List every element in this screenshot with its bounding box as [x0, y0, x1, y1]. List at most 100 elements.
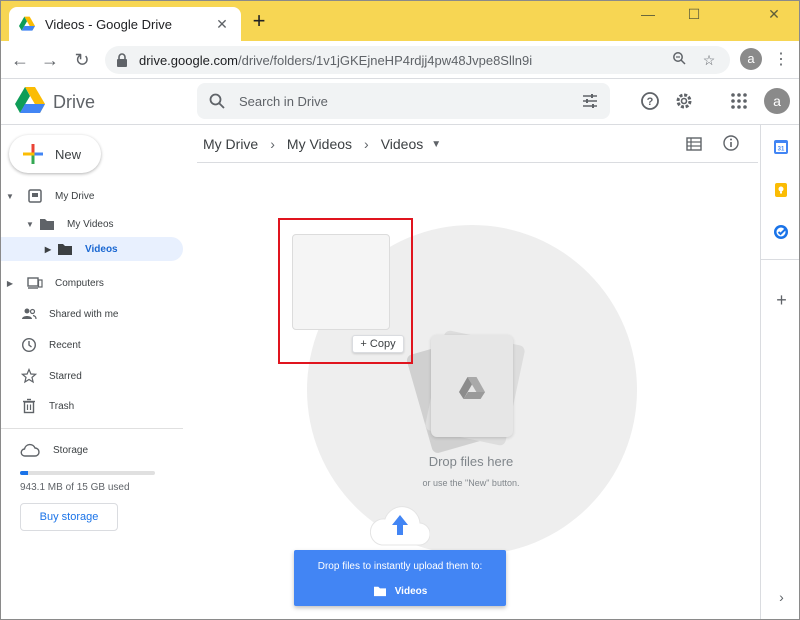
collapse-caret-icon[interactable]: ▼	[5, 192, 15, 201]
search-icon[interactable]	[209, 93, 225, 109]
sidebar-item-my-drive[interactable]: ▼ My Drive	[5, 184, 183, 208]
svg-text:?: ?	[647, 96, 654, 108]
reload-icon[interactable]: ↻	[71, 49, 93, 71]
search-options-icon[interactable]	[582, 93, 598, 109]
search-box[interactable]: Search in Drive	[197, 83, 610, 119]
apps-grid-icon[interactable]	[727, 89, 751, 113]
svg-text:31: 31	[778, 147, 785, 153]
folder-icon	[58, 244, 72, 255]
search-input[interactable]: Search in Drive	[239, 94, 582, 109]
folder-menu-dropdown-icon[interactable]: ▼	[431, 139, 441, 150]
help-icon[interactable]: ?	[638, 89, 662, 113]
clock-icon	[21, 337, 37, 353]
buy-storage-button[interactable]: Buy storage	[20, 503, 118, 531]
sidebar-item-shared[interactable]: Shared with me	[15, 302, 183, 326]
back-arrow-icon[interactable]: ←	[9, 49, 31, 71]
sidebar-item-label: My Drive	[55, 190, 95, 202]
keep-notes-icon[interactable]	[773, 182, 789, 198]
star-icon	[21, 368, 37, 384]
tasks-icon[interactable]	[773, 224, 789, 240]
info-icon[interactable]	[722, 134, 740, 152]
sidebar-item-computers[interactable]: ▶ Computers	[5, 271, 183, 295]
zoom-icon[interactable]	[668, 49, 690, 71]
window-close-icon[interactable]: ✕	[759, 5, 789, 25]
sidebar-item-label: Recent	[49, 339, 81, 351]
browser-menu-icon[interactable]: ⋮	[773, 49, 789, 71]
upload-toast: Drop files to instantly upload them to: …	[294, 550, 506, 606]
expand-caret-icon[interactable]: ▶	[43, 245, 53, 254]
breadcrumb-chevron-icon: ›	[364, 136, 369, 152]
browser-toolbar: ← → ↻ drive.google.com/drive/folders/1v1…	[1, 41, 799, 79]
sidebar: New ▼ My Drive ▼ My Videos ▶ Videos ▶ Co…	[1, 125, 193, 619]
header-divider	[197, 162, 758, 163]
sidebar-item-trash[interactable]: Trash	[15, 394, 183, 418]
sidebar-item-starred[interactable]: Starred	[15, 364, 183, 388]
url-host: drive.google.com	[139, 52, 238, 68]
address-bar[interactable]: drive.google.com/drive/folders/1v1jGKEjn…	[105, 46, 730, 74]
tab-close-icon[interactable]: ✕	[213, 16, 231, 33]
url-path: /drive/folders/1v1jGKEjneHP4rdjj4pw48Jvp…	[238, 52, 533, 68]
sidebar-item-label: My Videos	[67, 218, 114, 230]
account-avatar[interactable]: a	[764, 88, 790, 114]
sidebar-item-label: Computers	[55, 277, 104, 289]
lock-icon	[117, 53, 127, 67]
sidebar-item-my-videos[interactable]: ▼ My Videos	[25, 212, 183, 236]
add-addon-plus-icon[interactable]: +	[761, 290, 799, 311]
url-text: drive.google.com/drive/folders/1v1jGKEjn…	[139, 53, 660, 68]
list-view-icon[interactable]	[685, 135, 703, 153]
profile-avatar[interactable]: a	[740, 48, 762, 70]
drive-watermark-icon	[459, 377, 485, 399]
breadcrumb-my-drive[interactable]: My Drive	[203, 136, 258, 152]
maximize-icon[interactable]: ☐	[679, 5, 709, 25]
expand-panel-chevron-icon[interactable]: ›	[761, 589, 799, 605]
new-button[interactable]: New	[9, 135, 101, 173]
calendar-icon[interactable]: 31	[773, 139, 789, 155]
drive-favicon-icon	[19, 16, 35, 31]
minimize-icon[interactable]: —	[633, 5, 663, 25]
side-panel-divider	[761, 259, 799, 260]
browser-window: Videos - Google Drive ✕ + — ☐ ✕ ← → ↻ dr…	[0, 0, 800, 620]
expand-caret-icon[interactable]: ▶	[5, 279, 15, 288]
breadcrumb-my-videos[interactable]: My Videos	[287, 136, 352, 152]
sidebar-item-label: Starred	[49, 370, 82, 382]
side-panel: 31 + ›	[760, 125, 799, 619]
cloud-storage-icon	[20, 443, 40, 457]
settings-gear-icon[interactable]	[672, 89, 696, 113]
storage-bar	[20, 471, 155, 475]
sidebar-divider	[1, 428, 183, 429]
sidebar-item-label: Trash	[49, 400, 75, 412]
drive-logo-icon[interactable]	[15, 87, 45, 113]
collapse-caret-icon[interactable]: ▼	[25, 220, 35, 229]
title-bar: Videos - Google Drive ✕ + — ☐ ✕	[1, 1, 799, 41]
breadcrumb-videos[interactable]: Videos	[381, 136, 424, 152]
drive-brand[interactable]: Drive	[53, 92, 95, 113]
shared-people-icon	[22, 308, 37, 320]
storage-used-text: 943.1 MB of 15 GB used	[20, 482, 130, 493]
forward-arrow-icon[interactable]: →	[39, 49, 61, 71]
new-button-label: New	[55, 146, 82, 162]
sidebar-item-videos[interactable]: ▶ Videos	[1, 237, 183, 261]
tab-title: Videos - Google Drive	[45, 16, 172, 32]
new-plus-icon	[23, 144, 43, 164]
upload-cloud-icon	[370, 506, 430, 546]
breadcrumb: My Drive › My Videos › Videos ▼	[203, 134, 441, 154]
sidebar-item-label: Shared with me	[49, 308, 119, 320]
toast-message: Drop files to instantly upload them to:	[317, 561, 483, 572]
my-drive-icon	[28, 189, 42, 203]
breadcrumb-chevron-icon: ›	[270, 136, 275, 152]
drop-files-subtitle: or use the "New" button.	[422, 478, 520, 488]
drop-files-title: Drop files here	[428, 454, 514, 469]
new-tab-button[interactable]: +	[249, 10, 269, 32]
bookmark-star-icon[interactable]: ☆	[698, 49, 720, 71]
trash-icon	[23, 398, 35, 414]
browser-tab[interactable]: Videos - Google Drive ✕	[9, 7, 241, 41]
illustration-card-front	[431, 335, 513, 437]
toast-folder: Videos	[294, 585, 506, 597]
computers-icon	[27, 277, 43, 289]
storage-bar-fill	[20, 471, 29, 475]
storage-label[interactable]: Storage	[53, 445, 88, 456]
sidebar-item-label: Videos	[85, 243, 118, 255]
sidebar-item-recent[interactable]: Recent	[15, 333, 183, 357]
highlight-box	[278, 218, 413, 364]
folder-icon	[373, 586, 386, 597]
